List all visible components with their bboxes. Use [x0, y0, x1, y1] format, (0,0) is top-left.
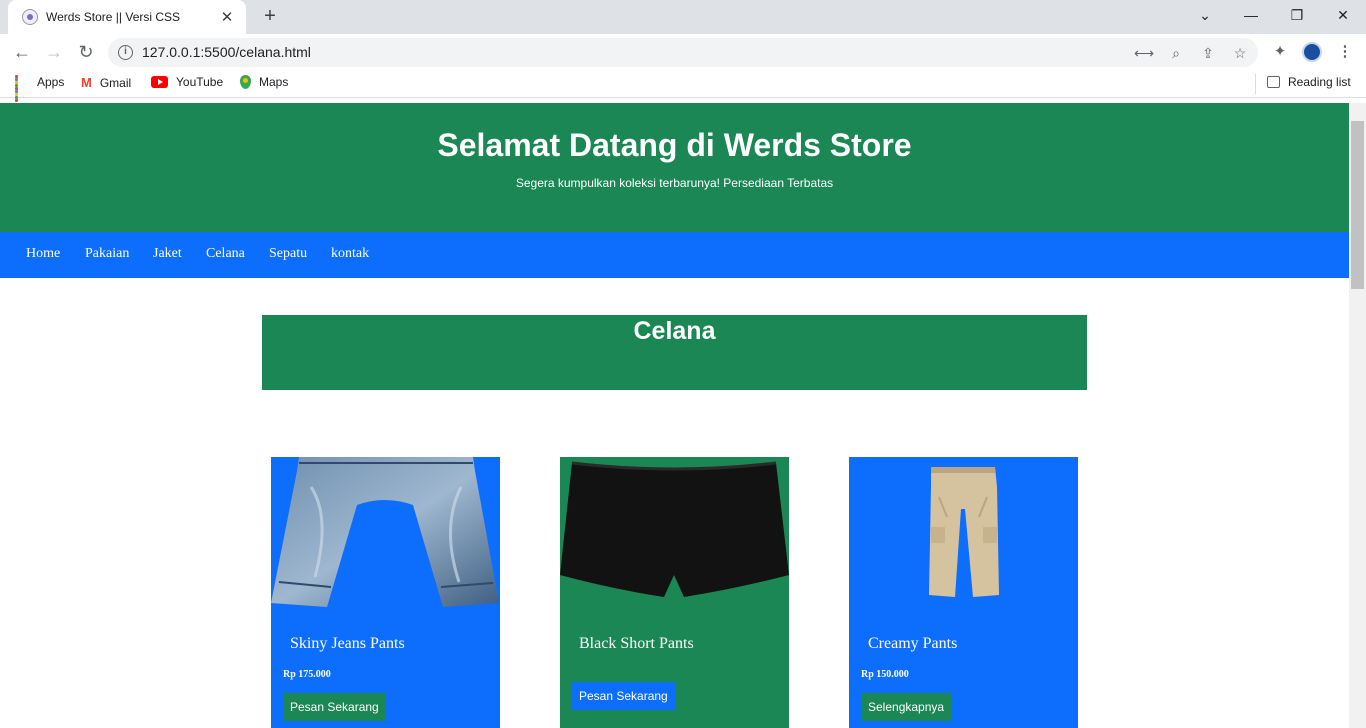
bookmark-separator	[1255, 74, 1256, 94]
tab-title: Werds Store || Versi CSS	[46, 10, 181, 24]
order-button[interactable]: Pesan Sekarang	[572, 682, 675, 710]
back-arrow-icon[interactable]: ←	[9, 40, 35, 64]
reading-list-label: Reading list	[1288, 75, 1351, 89]
nav-sepatu[interactable]: Sepatu	[269, 246, 307, 262]
black-shorts-image	[560, 461, 789, 597]
bookmark-label: Maps	[259, 75, 289, 89]
apps-grid-icon	[15, 75, 29, 102]
youtube-icon	[151, 76, 168, 88]
restore-icon[interactable]: ❐	[1282, 4, 1312, 26]
menu-kebab-icon[interactable]: ⋮	[1334, 41, 1356, 63]
nav-home[interactable]: Home	[26, 246, 60, 262]
close-tab-icon[interactable]: ✕	[218, 8, 236, 26]
page-scrollbar[interactable]	[1349, 103, 1366, 728]
reading-list-icon	[1267, 76, 1280, 88]
reload-icon[interactable]: ↻	[73, 40, 99, 64]
scrollbar-thumb[interactable]	[1351, 121, 1364, 289]
section-title: Celana	[633, 317, 716, 345]
nav-celana[interactable]: Celana	[206, 246, 245, 262]
reading-list-button[interactable]: Reading list	[1267, 75, 1351, 89]
tab-search-icon[interactable]: ⌄	[1190, 4, 1220, 26]
product-price: Rp 175.000	[283, 669, 331, 680]
browser-tab[interactable]: Werds Store || Versi CSS ✕	[8, 0, 246, 34]
bookmark-label: Gmail	[99, 75, 132, 90]
nav-jaket[interactable]: Jaket	[153, 246, 182, 262]
close-window-icon[interactable]: ✕	[1328, 4, 1358, 26]
translate-icon[interactable]: ⟷	[1134, 43, 1154, 63]
order-button[interactable]: Pesan Sekarang	[283, 693, 386, 721]
main-navbar: Home Pakaian Jaket Celana Sepatu kontak	[0, 232, 1349, 278]
bookmark-label: YouTube	[176, 75, 224, 89]
minimize-icon[interactable]: —	[1236, 4, 1266, 26]
bookmark-gmail[interactable]: M Gmail	[81, 75, 131, 90]
bookmark-star-icon[interactable]: ☆	[1230, 43, 1250, 63]
bookmark-maps[interactable]: Maps	[240, 75, 288, 89]
page-content: Selamat Datang di Werds Store Segera kum…	[0, 103, 1349, 728]
hero-title: Selamat Datang di Werds Store	[437, 127, 912, 163]
extensions-icon[interactable]: ✦	[1269, 41, 1291, 63]
gmail-icon: M	[81, 75, 92, 90]
section-header: Celana	[262, 315, 1087, 390]
product-card-creamy: Creamy Pants Rp 150.000 Selengkapnya	[849, 457, 1078, 728]
bookmark-label: Apps	[37, 75, 65, 89]
details-button[interactable]: Selengkapnya	[861, 693, 952, 721]
product-price: Rp 150.000	[861, 669, 909, 680]
product-card-shorts: Black Short Pants Pesan Sekarang	[560, 457, 789, 728]
page-viewport: Selamat Datang di Werds Store Segera kum…	[0, 103, 1366, 728]
url-text: 127.0.0.1:5500/celana.html	[142, 44, 311, 60]
hero-subtitle: Segera kumpulkan koleksi terbarunya! Per…	[515, 176, 834, 190]
product-name: Skiny Jeans Pants	[290, 635, 405, 652]
bookmark-youtube[interactable]: YouTube	[151, 75, 223, 89]
address-bar[interactable]: i 127.0.0.1:5500/celana.html ⟷ ⌕ ⇪ ☆	[108, 38, 1258, 67]
maps-pin-icon	[240, 75, 251, 89]
bookmarks-bar: Apps M Gmail YouTube Maps Reading list	[0, 70, 1366, 102]
profile-avatar[interactable]	[1302, 42, 1322, 62]
product-name: Creamy Pants	[868, 635, 958, 652]
site-info-icon[interactable]: i	[118, 45, 133, 60]
nav-pakaian[interactable]: Pakaian	[85, 246, 129, 262]
share-icon[interactable]: ⇪	[1198, 43, 1218, 63]
nav-kontak[interactable]: kontak	[331, 246, 369, 262]
product-name: Black Short Pants	[579, 635, 694, 652]
tab-strip: Werds Store || Versi CSS ✕ + ⌄ — ❐ ✕	[0, 0, 1366, 34]
creamy-pants-image	[929, 467, 999, 597]
product-card-jeans: Skiny Jeans Pants Rp 175.000 Pesan Sekar…	[271, 457, 500, 728]
jeans-image	[271, 457, 499, 607]
browser-toolbar: ← → ↻ i 127.0.0.1:5500/celana.html ⟷ ⌕ ⇪…	[0, 34, 1366, 70]
new-tab-icon[interactable]: +	[258, 4, 282, 28]
hero-header: Selamat Datang di Werds Store Segera kum…	[0, 103, 1349, 232]
site-favicon-icon	[22, 9, 38, 25]
zoom-icon[interactable]: ⌕	[1166, 43, 1186, 63]
bookmark-apps[interactable]: Apps	[15, 75, 65, 102]
forward-arrow-icon[interactable]: →	[41, 40, 67, 64]
